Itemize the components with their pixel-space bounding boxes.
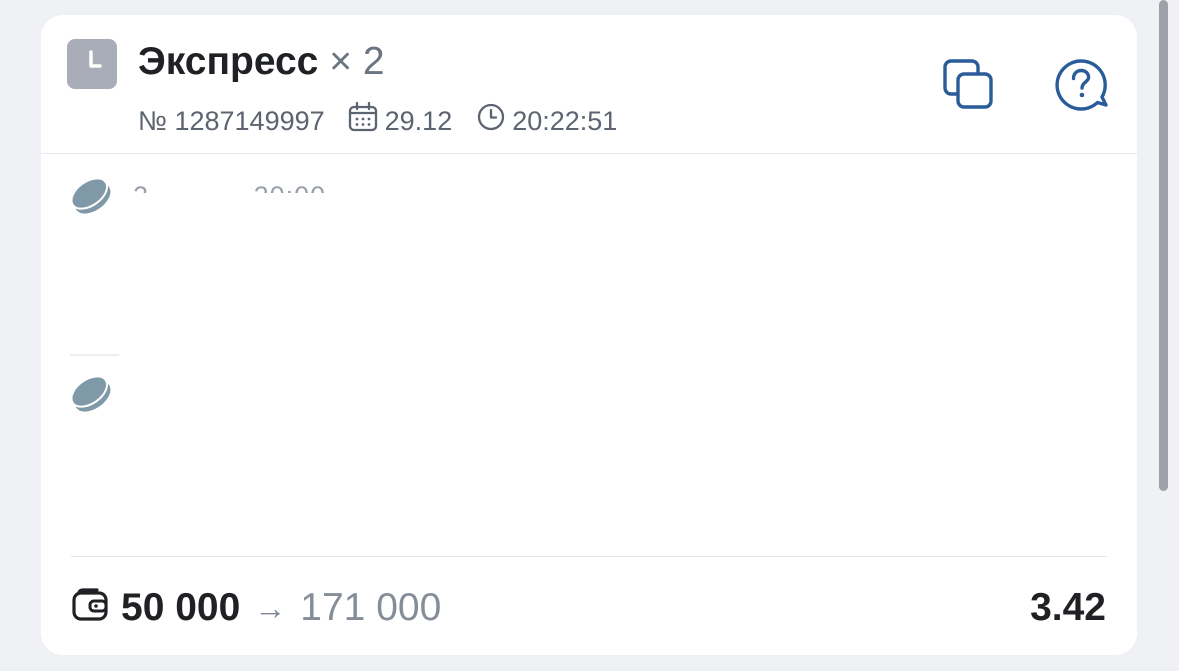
arrow-right-icon: → [254,589,287,626]
copy-icon [943,59,993,109]
help-bubble-icon [1055,59,1108,111]
coin-icon [69,373,113,420]
bet-multiplier: × 2 [329,40,385,83]
bet-footer: 50 000 → 171 000 [71,585,441,631]
clock-icon [476,102,506,139]
bet-type: Экспресс [138,40,319,83]
bet-card[interactable]: Экспресс × 2 № 1287149997 29.12 20:22:51… [41,15,1137,655]
footer-divider [71,556,1107,557]
clock-icon [67,39,117,89]
scrollbar[interactable] [1159,0,1168,491]
coin-icon [69,175,113,222]
wallet-icon [71,587,109,629]
bet-time: 20:22:51 [512,105,618,136]
help-button[interactable] [1053,57,1109,113]
payout-amount: 171 000 [300,586,442,629]
bet-date: 29.12 [384,105,453,136]
stake-amount: 50 000 [121,586,241,629]
calendar-icon [347,101,379,140]
bet-title: Экспресс × 2 [138,39,385,85]
event-divider [70,354,119,356]
bet-meta: № 1287149997 29.12 20:22:51 [138,101,617,140]
header-divider [41,153,1137,154]
bet-number: № 1287149997 [138,105,325,136]
event-1-text: 2______ 20:00 [133,179,343,194]
copy-button[interactable] [941,57,997,113]
total-odds: 3.42 [1030,586,1106,629]
